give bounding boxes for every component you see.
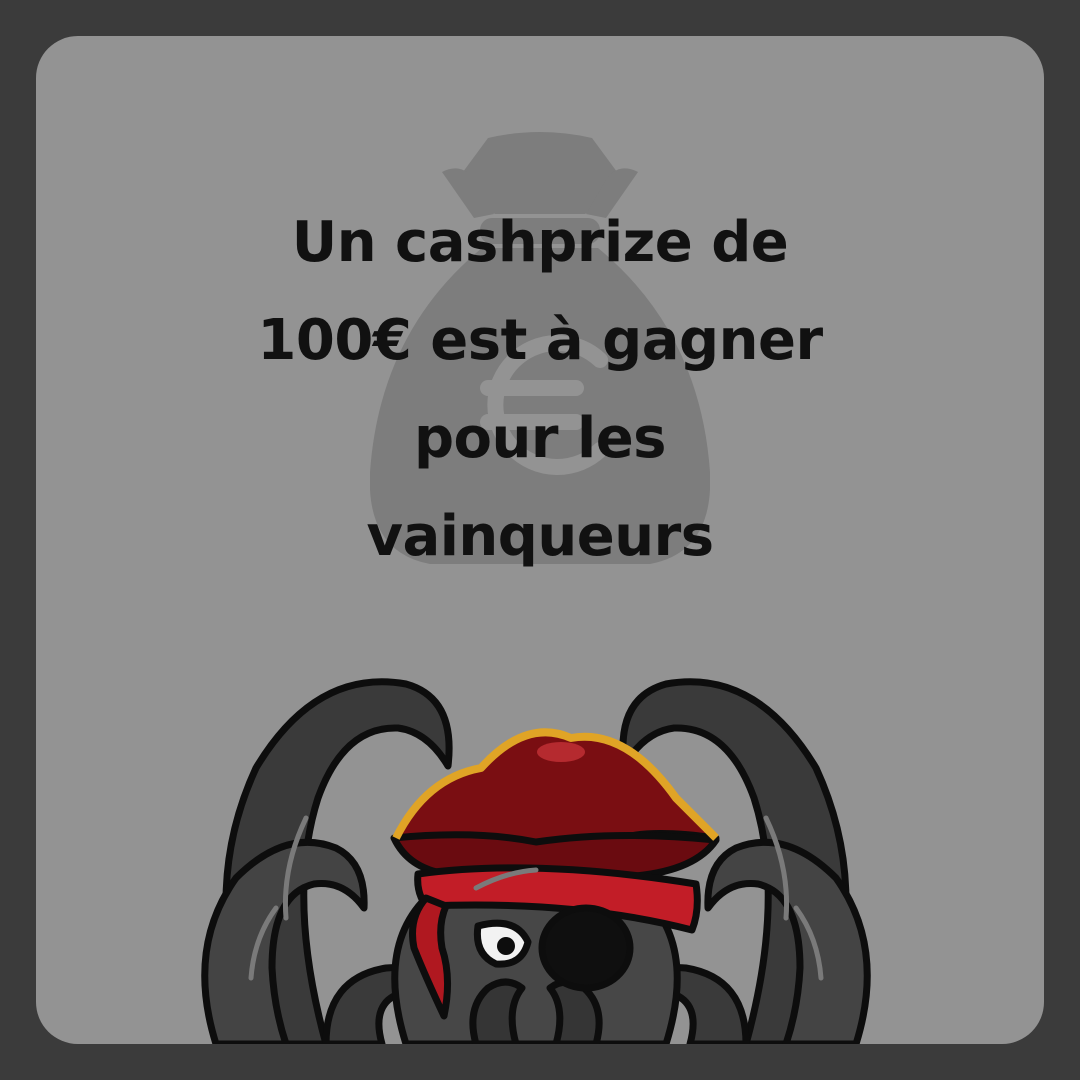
- headline-line-1: Un cashprize de: [291, 210, 789, 275]
- headline-line-3: pour les: [413, 406, 667, 471]
- pirate-octopus-mascot: [201, 678, 871, 1044]
- headline-line-4: vainqueurs: [366, 504, 714, 569]
- promo-card: Un cashprize de 100€ est à gagner pour l…: [36, 36, 1044, 1044]
- headline-line-2: 100€ est à gagner: [257, 308, 823, 373]
- prize-headline: Un cashprize de 100€ est à gagner pour l…: [36, 194, 1044, 586]
- outer-frame: Un cashprize de 100€ est à gagner pour l…: [0, 0, 1080, 1080]
